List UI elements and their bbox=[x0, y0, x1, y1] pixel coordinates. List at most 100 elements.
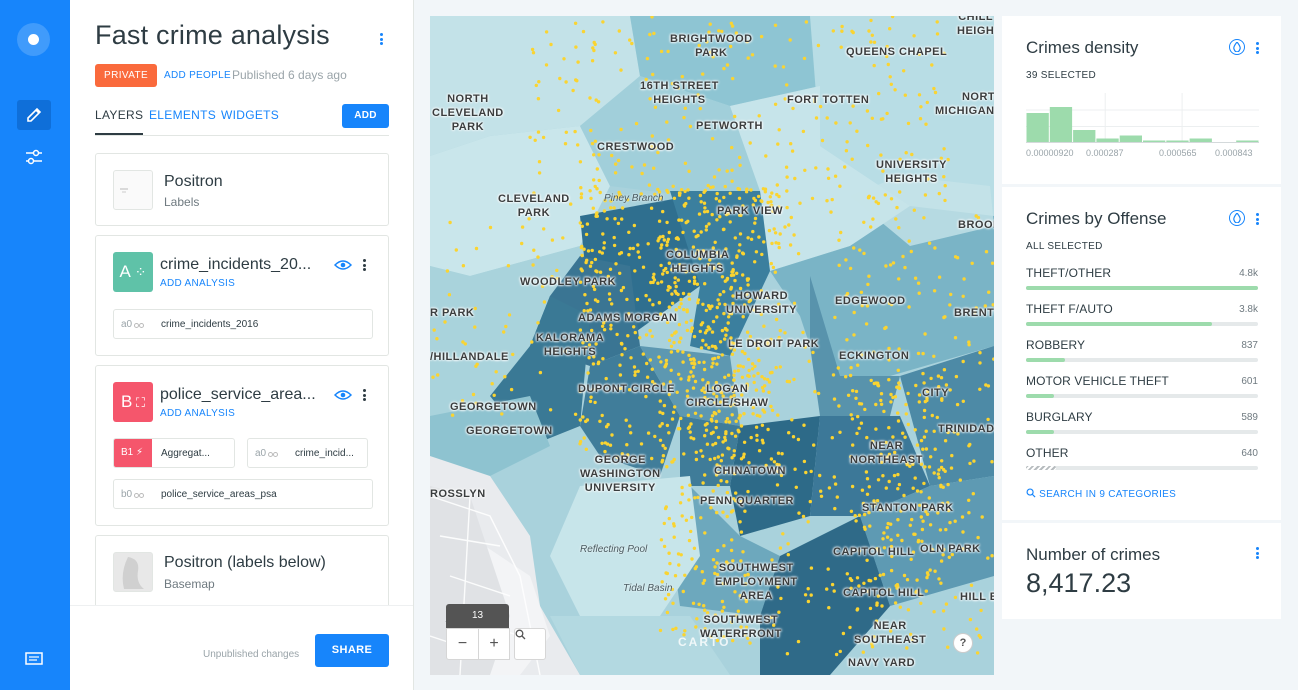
crime-point bbox=[582, 247, 586, 251]
crime-point bbox=[617, 252, 622, 256]
analysis-node-source[interactable]: b0 police_service_areas_psa bbox=[113, 479, 373, 509]
crime-point bbox=[884, 486, 888, 490]
crime-point bbox=[893, 88, 897, 92]
crime-point bbox=[593, 257, 598, 262]
layer-a-badge[interactable]: A ⁘ bbox=[113, 252, 153, 292]
zoom-in-button[interactable]: + bbox=[478, 628, 510, 660]
category-row[interactable]: THEFT F/AUTO 3.8k bbox=[1026, 302, 1258, 338]
node-link-icon bbox=[134, 493, 144, 498]
category-row[interactable]: BURGLARY 589 bbox=[1026, 410, 1258, 446]
chat-icon[interactable] bbox=[25, 652, 43, 667]
crime-point bbox=[774, 241, 778, 245]
histogram-bar[interactable] bbox=[1119, 135, 1142, 144]
layer-card-basemap[interactable]: Positron (labels below) Basemap bbox=[95, 535, 389, 605]
histogram-bar[interactable] bbox=[1049, 107, 1073, 143]
crime-point bbox=[810, 196, 815, 201]
tab-widgets[interactable]: WIDGETS bbox=[221, 108, 279, 122]
crime-point bbox=[917, 93, 922, 97]
category-row[interactable]: OTHER 640 bbox=[1026, 446, 1258, 482]
category-row[interactable]: THEFT/OTHER 4.8k bbox=[1026, 266, 1258, 302]
share-button[interactable]: SHARE bbox=[315, 634, 389, 667]
edit-pencil-icon[interactable] bbox=[17, 100, 51, 130]
settings-sliders-icon[interactable] bbox=[17, 142, 51, 172]
widget-options-kebab-icon[interactable] bbox=[1252, 545, 1262, 561]
add-analysis-link[interactable]: ADD ANALYSIS bbox=[160, 408, 235, 419]
add-analysis-link[interactable]: ADD ANALYSIS bbox=[160, 278, 235, 289]
layer-letter: B bbox=[120, 392, 133, 411]
crime-point bbox=[887, 378, 891, 382]
widget-options-kebab-icon[interactable] bbox=[1252, 211, 1262, 227]
analysis-node-aggregate[interactable]: B1 ⚡ Aggregat... bbox=[113, 438, 235, 468]
crime-point bbox=[602, 246, 606, 250]
histogram-bar[interactable] bbox=[1073, 130, 1096, 143]
crime-point bbox=[671, 184, 675, 188]
map-canvas[interactable]: BRIGHTWOOD PARK 16TH STREET HEIGHTS QUEENS… bbox=[430, 16, 994, 675]
layer-name[interactable]: crime_incidents_20... bbox=[160, 256, 320, 274]
map-label: TRINIDAD bbox=[938, 423, 994, 435]
crime-point bbox=[746, 357, 751, 362]
color-drop-icon[interactable] bbox=[1229, 39, 1245, 55]
analysis-node-source[interactable]: a0 crime_incidents_2016 bbox=[113, 309, 373, 339]
crime-point bbox=[633, 370, 637, 374]
category-row[interactable]: ROBBERY 837 bbox=[1026, 338, 1258, 374]
crime-point bbox=[900, 538, 904, 543]
crime-point bbox=[694, 235, 698, 239]
layer-card-a[interactable]: A ⁘ crime_incidents_20... ADD ANALYSIS a… bbox=[95, 235, 389, 356]
widget-options-kebab-icon[interactable] bbox=[1252, 40, 1262, 56]
zoom-out-button[interactable]: − bbox=[446, 628, 479, 660]
crime-point bbox=[725, 480, 729, 484]
crime-point bbox=[953, 595, 958, 600]
carto-logo-icon[interactable] bbox=[17, 23, 50, 56]
crime-point bbox=[908, 523, 912, 527]
visibility-eye-icon[interactable] bbox=[334, 259, 352, 271]
layer-card-labels[interactable]: Positron Labels bbox=[95, 153, 389, 226]
crime-point bbox=[732, 449, 736, 453]
search-categories-link[interactable]: SEARCH IN 9 CATEGORIES bbox=[1026, 488, 1176, 500]
crime-point bbox=[713, 240, 717, 244]
map-title[interactable]: Fast crime analysis bbox=[95, 20, 330, 51]
layer-options-kebab-icon[interactable] bbox=[359, 257, 369, 273]
layer-b-badge[interactable]: B ⛶ bbox=[113, 382, 153, 422]
layer-name[interactable]: police_service_area... bbox=[160, 386, 320, 404]
layer-options-kebab-icon[interactable] bbox=[359, 387, 369, 403]
crime-point bbox=[695, 617, 699, 621]
histogram-bar[interactable] bbox=[1026, 113, 1049, 143]
crime-point bbox=[845, 140, 849, 144]
crime-point bbox=[741, 365, 745, 369]
crime-point bbox=[677, 322, 682, 327]
crime-point bbox=[785, 205, 789, 210]
node-label: crime_incid... bbox=[295, 448, 354, 459]
add-people-link[interactable]: ADD PEOPLE bbox=[164, 70, 231, 81]
crime-point bbox=[897, 226, 901, 230]
tab-layers[interactable]: LAYERS bbox=[95, 108, 144, 135]
map-search-button[interactable] bbox=[514, 628, 546, 660]
carto-attribution: CARTO bbox=[678, 635, 731, 649]
layer-name[interactable]: Positron bbox=[164, 173, 223, 191]
crime-point bbox=[700, 321, 705, 325]
crime-point bbox=[977, 633, 981, 638]
map-options-kebab-icon[interactable] bbox=[376, 31, 386, 47]
crime-point bbox=[929, 376, 933, 381]
color-drop-icon[interactable] bbox=[1229, 210, 1245, 226]
crime-point bbox=[651, 72, 655, 77]
crime-point bbox=[939, 465, 944, 470]
crime-point bbox=[544, 63, 549, 67]
help-button[interactable]: ? bbox=[953, 633, 973, 653]
category-row[interactable]: MOTOR VEHICLE THEFT 601 bbox=[1026, 374, 1258, 410]
density-histogram[interactable] bbox=[1026, 93, 1259, 143]
crime-point bbox=[662, 544, 667, 549]
visibility-eye-icon[interactable] bbox=[334, 389, 352, 401]
crime-point bbox=[608, 443, 613, 447]
crime-point bbox=[659, 49, 664, 54]
map-label: GEORGETOWN bbox=[450, 401, 537, 413]
crime-point bbox=[738, 155, 742, 160]
add-button[interactable]: ADD bbox=[342, 104, 389, 128]
tab-elements[interactable]: ELEMENTS bbox=[149, 108, 216, 122]
privacy-badge[interactable]: PRIVATE bbox=[95, 64, 158, 87]
layer-name[interactable]: Positron (labels below) bbox=[164, 554, 326, 572]
crime-point bbox=[827, 606, 831, 610]
layer-card-b[interactable]: B ⛶ police_service_area... ADD ANALYSIS … bbox=[95, 365, 389, 526]
crime-point bbox=[717, 409, 721, 413]
analysis-node-source[interactable]: a0 crime_incid... bbox=[247, 438, 368, 468]
crime-point bbox=[724, 420, 728, 424]
